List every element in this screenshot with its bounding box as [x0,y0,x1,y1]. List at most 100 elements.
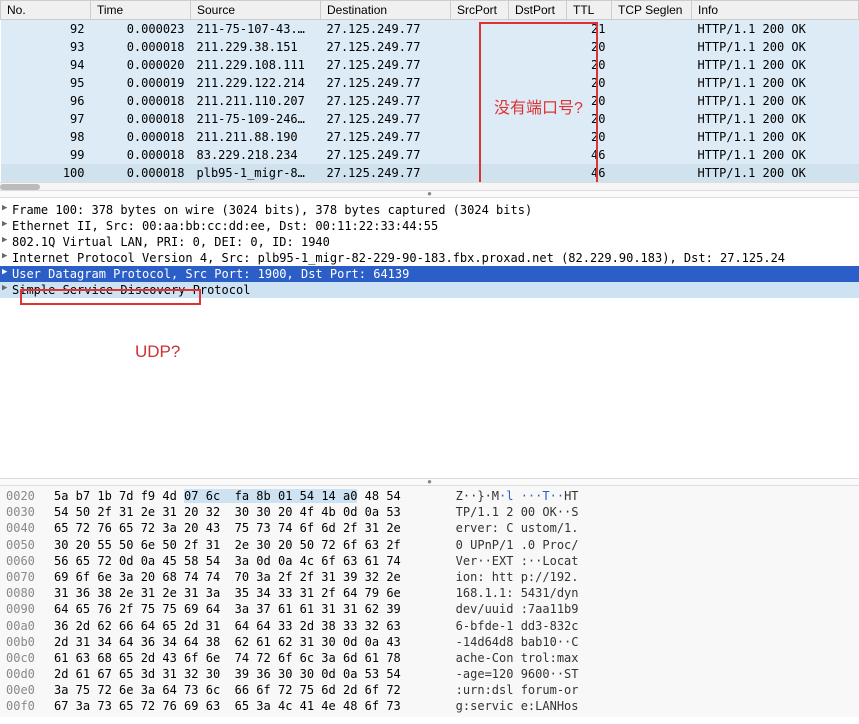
hex-bytes: 67 3a 73 65 72 76 69 63 65 3a 4c 41 4e 4… [54,698,434,714]
packet-row[interactable]: 990.00001883.229.218.23427.125.249.7746H… [1,146,859,164]
cell-info: HTTP/1.1 200 OK [692,146,859,164]
cell-seglen [612,74,692,92]
cell-info: HTTP/1.1 200 OK [692,164,859,182]
tree-vlan[interactable]: 802.1Q Virtual LAN, PRI: 0, DEI: 0, ID: … [0,234,859,250]
annotation-udp-text: UDP? [135,342,180,362]
hex-offset: 00a0 [6,618,54,634]
cell-no: 96 [1,92,91,110]
hex-line[interactable]: 00a036 2d 62 66 64 65 2d 31 64 64 33 2d … [6,618,853,634]
hex-line[interactable]: 00d02d 61 67 65 3d 31 32 30 39 36 30 30 … [6,666,853,682]
cell-dstport [509,20,567,39]
cell-dst: 27.125.249.77 [321,164,451,182]
pane-resize-handle[interactable]: ● [0,190,859,198]
hex-line[interactable]: 00e03a 75 72 6e 3a 64 73 6c 66 6f 72 75 … [6,682,853,698]
cell-no: 98 [1,128,91,146]
packet-row[interactable]: 960.000018211.211.110.20727.125.249.7720… [1,92,859,110]
hex-line[interactable]: 007069 6f 6e 3a 20 68 74 74 70 3a 2f 2f … [6,569,853,585]
cell-ttl: 20 [567,74,612,92]
packet-row[interactable]: 980.000018211.211.88.19027.125.249.7720H… [1,128,859,146]
packet-row[interactable]: 920.000023211-75-107-43.…27.125.249.7721… [1,20,859,39]
hex-line[interactable]: 005030 20 55 50 6e 50 2f 31 2e 30 20 50 … [6,537,853,553]
tree-udp[interactable]: User Datagram Protocol, Src Port: 1900, … [0,266,859,282]
cell-srcport [451,164,509,182]
cell-src: 211.211.110.207 [191,92,321,110]
pane-resize-handle-2[interactable]: ● [0,478,859,486]
packet-row[interactable]: 970.000018211-75-109-246…27.125.249.7720… [1,110,859,128]
cell-seglen [612,146,692,164]
hex-offset: 0020 [6,488,54,504]
hex-ascii: ion: htt p://192. [434,569,579,585]
hex-bytes: 2d 31 34 64 36 34 64 38 62 61 62 31 30 0… [54,634,434,650]
hex-offset: 0090 [6,601,54,617]
cell-dstport [509,38,567,56]
hex-line[interactable]: 003054 50 2f 31 2e 31 20 32 30 30 20 4f … [6,504,853,520]
packet-details-tree[interactable]: Frame 100: 378 bytes on wire (3024 bits)… [0,198,859,478]
hex-line[interactable]: 00205a b7 1b 7d f9 4d 07 6c fa 8b 01 54 … [6,488,853,504]
cell-seglen [612,128,692,146]
cell-info: HTTP/1.1 200 OK [692,20,859,39]
cell-ttl: 20 [567,56,612,74]
hex-bytes: 65 72 76 65 72 3a 20 43 75 73 74 6f 6d 2… [54,520,434,536]
cell-no: 100 [1,164,91,182]
cell-dst: 27.125.249.77 [321,110,451,128]
cell-time: 0.000018 [91,128,191,146]
column-header-no[interactable]: No. [1,1,91,20]
hex-bytes: 61 63 68 65 2d 43 6f 6e 74 72 6f 6c 3a 6… [54,650,434,666]
cell-dstport [509,146,567,164]
hex-line[interactable]: 00c061 63 68 65 2d 43 6f 6e 74 72 6f 6c … [6,650,853,666]
column-header-ttl[interactable]: TTL [567,1,612,20]
cell-ttl: 20 [567,92,612,110]
hex-offset: 00c0 [6,650,54,666]
hex-line[interactable]: 00b02d 31 34 64 36 34 64 38 62 61 62 31 … [6,634,853,650]
column-header-time[interactable]: Time [91,1,191,20]
hex-line[interactable]: 00f067 3a 73 65 72 76 69 63 65 3a 4c 41 … [6,698,853,714]
cell-dstport [509,92,567,110]
cell-dstport [509,56,567,74]
column-header-dstport[interactable]: DstPort [509,1,567,20]
column-header-srcport[interactable]: SrcPort [451,1,509,20]
cell-srcport [451,38,509,56]
column-header-tcpseglen[interactable]: TCP Seglen [612,1,692,20]
column-header-info[interactable]: Info [692,1,859,20]
horizontal-scrollbar[interactable] [0,182,859,190]
hex-line[interactable]: 006056 65 72 0d 0a 45 58 54 3a 0d 0a 4c … [6,553,853,569]
cell-dst: 27.125.249.77 [321,20,451,39]
column-header-destination[interactable]: Destination [321,1,451,20]
cell-srcport [451,20,509,39]
hex-bytes: 69 6f 6e 3a 20 68 74 74 70 3a 2f 2f 31 3… [54,569,434,585]
cell-ttl: 46 [567,164,612,182]
table-header-row[interactable]: No. Time Source Destination SrcPort DstP… [1,1,859,20]
tree-ethernet[interactable]: Ethernet II, Src: 00:aa:bb:cc:dd:ee, Dst… [0,218,859,234]
packet-row[interactable]: 950.000019211.229.122.21427.125.249.7720… [1,74,859,92]
tree-ip[interactable]: Internet Protocol Version 4, Src: plb95-… [0,250,859,266]
hex-line[interactable]: 009064 65 76 2f 75 75 69 64 3a 37 61 61 … [6,601,853,617]
cell-info: HTTP/1.1 200 OK [692,74,859,92]
cell-time: 0.000018 [91,164,191,182]
cell-info: HTTP/1.1 200 OK [692,56,859,74]
hex-ascii: dev/uuid :7aa11b9 [434,601,579,617]
hex-ascii: 168.1.1: 5431/dyn [434,585,579,601]
scrollbar-thumb[interactable] [0,184,40,190]
packet-list-table[interactable]: No. Time Source Destination SrcPort DstP… [0,0,859,182]
cell-info: HTTP/1.1 200 OK [692,38,859,56]
tree-frame[interactable]: Frame 100: 378 bytes on wire (3024 bits)… [0,202,859,218]
column-header-source[interactable]: Source [191,1,321,20]
cell-info: HTTP/1.1 200 OK [692,92,859,110]
cell-dst: 27.125.249.77 [321,92,451,110]
hex-line[interactable]: 008031 36 38 2e 31 2e 31 3a 35 34 33 31 … [6,585,853,601]
cell-dstport [509,164,567,182]
hex-line[interactable]: 004065 72 76 65 72 3a 20 43 75 73 74 6f … [6,520,853,536]
hex-offset: 0080 [6,585,54,601]
tree-ssdp[interactable]: Simple Service Discovery Protocol [0,282,859,298]
cell-no: 97 [1,110,91,128]
packet-row[interactable]: 1000.000018plb95-1_migr-8…27.125.249.774… [1,164,859,182]
cell-time: 0.000023 [91,20,191,39]
packet-row[interactable]: 940.000020211.229.108.11127.125.249.7720… [1,56,859,74]
cell-ttl: 46 [567,146,612,164]
cell-ttl: 20 [567,110,612,128]
hex-dump-panel[interactable]: 00205a b7 1b 7d f9 4d 07 6c fa 8b 01 54 … [0,486,859,717]
hex-ascii: TP/1.1 2 00 OK··S [434,504,579,520]
packet-row[interactable]: 930.000018211.229.38.15127.125.249.7720H… [1,38,859,56]
cell-dst: 27.125.249.77 [321,56,451,74]
hex-bytes: 2d 61 67 65 3d 31 32 30 39 36 30 30 0d 0… [54,666,434,682]
